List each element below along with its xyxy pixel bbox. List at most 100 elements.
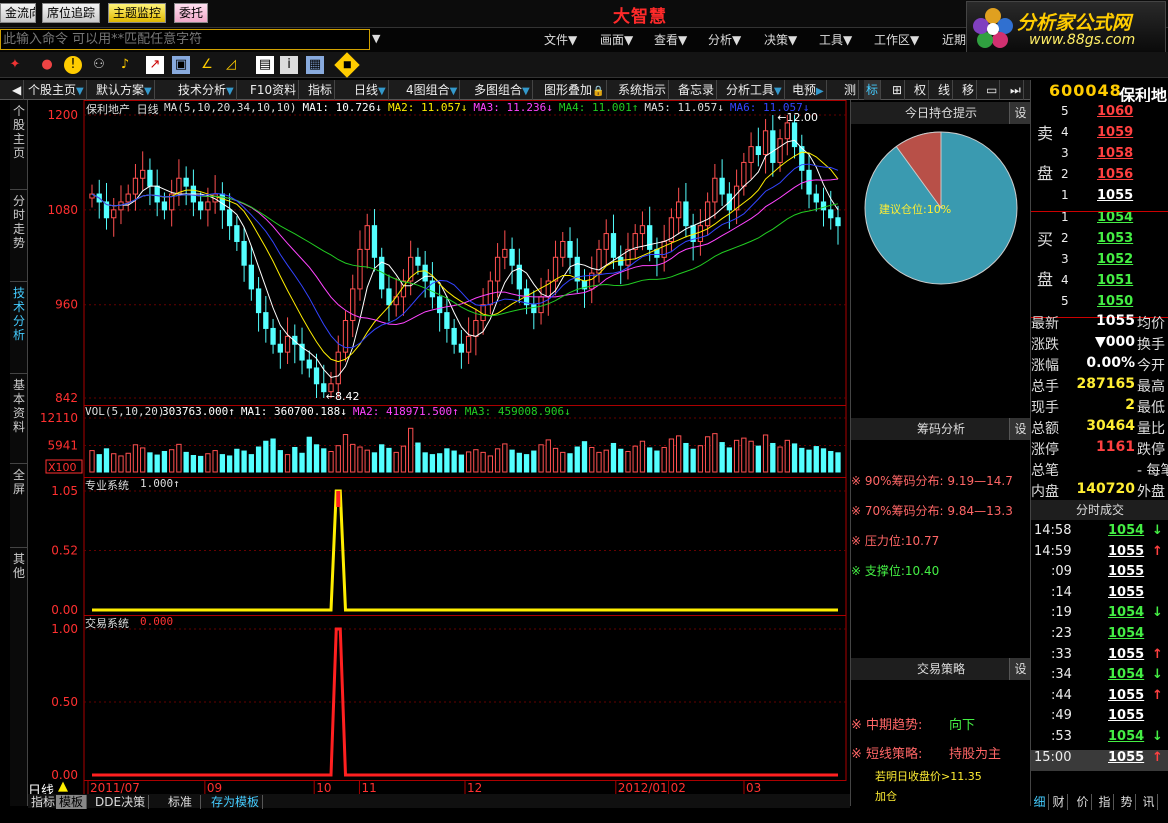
next-page-icon[interactable]: ⏭ (1008, 80, 1024, 100)
vol-bar (813, 446, 819, 473)
tab-alert[interactable]: 电预▶ (790, 80, 827, 100)
kline-candle (494, 256, 501, 282)
sell-row[interactable]: 4 1059 (1031, 125, 1168, 146)
left-arrow-icon[interactable]: ◀ (10, 80, 25, 100)
tab-indicator[interactable]: 指标 (306, 80, 336, 100)
btab-indicator[interactable]: 指标 (28, 795, 60, 809)
tab-memo[interactable]: 备忘录 (676, 80, 718, 100)
menu-decision[interactable]: 决策▼ (764, 31, 797, 48)
tab-analysis-tools[interactable]: 分析工具▼ (724, 80, 785, 100)
tab-tech-analysis[interactable]: 技术分析▼ (176, 80, 237, 100)
seat-tracking-button[interactable]: 席位追踪 (42, 3, 101, 23)
menu-screen[interactable]: 画面▼ (600, 31, 633, 48)
tab-line[interactable]: 线 (936, 80, 954, 100)
btab-save-template[interactable]: 存为模板 (208, 795, 264, 809)
buy-row[interactable]: 3 1052 (1031, 252, 1168, 273)
btab-dde[interactable]: DDE决策 (92, 795, 150, 809)
x-tick-label: 02 (671, 781, 686, 794)
vtab-tech-analysis[interactable]: 技术分析 (10, 282, 28, 374)
sell-row[interactable]: 5 1060 (1031, 104, 1168, 125)
menu-workspace[interactable]: 工作区▼ (874, 31, 919, 48)
fund-flow-button[interactable]: 金流向 (0, 3, 36, 23)
sell-level: 2 (1061, 167, 1069, 181)
vtab-other[interactable]: 其他 (10, 548, 28, 806)
vol-bar (697, 445, 704, 473)
btab-standard[interactable]: 标准 (160, 795, 202, 809)
vol-bar (248, 454, 254, 473)
kline-candle (154, 185, 160, 203)
buy-level: 2 (1061, 231, 1069, 245)
tab-multi-charts[interactable]: 多图组合▼ (472, 80, 533, 100)
warning-icon[interactable]: ! (64, 56, 82, 74)
sell-row[interactable]: 3 1058 (1031, 146, 1168, 167)
binoculars-icon[interactable]: ⚇ (90, 56, 108, 74)
menu-view[interactable]: 查看▼ (654, 31, 687, 48)
command-input[interactable]: 此输入命令 可以用**匹配任意字符 (0, 29, 370, 50)
window-icon[interactable]: ▭ (984, 80, 1001, 100)
tab-mark[interactable]: 标 (864, 80, 882, 100)
kline-candle (762, 130, 769, 156)
trend-value: 向下 (949, 718, 976, 733)
chip-settings-button[interactable]: 设 (1009, 418, 1031, 440)
menu-file[interactable]: 文件▼ (544, 31, 577, 48)
rtab-detail[interactable]: 细 (1031, 794, 1049, 810)
tab-overlay[interactable]: 图形叠加🔒 (542, 80, 608, 100)
strategy-settings-button[interactable]: 设 (1009, 658, 1031, 680)
pro-system-title: 专业系统 (85, 479, 129, 492)
chart-icon[interactable]: ▦ (306, 56, 324, 74)
period-up-icon[interactable]: ▲ (58, 779, 68, 794)
rtab-index[interactable]: 指 (1096, 794, 1114, 810)
buy-price: 1054 (1097, 210, 1134, 225)
tab-rights[interactable]: 权 (912, 80, 930, 100)
menu-recent[interactable]: 近期 (942, 31, 966, 48)
btab-template[interactable]: 模板 (56, 795, 88, 809)
line-chart-icon[interactable]: ↗ (146, 56, 164, 74)
tab-system-indicator[interactable]: 系统指示 (616, 80, 670, 100)
buy-row[interactable]: 4 1051 (1031, 273, 1168, 294)
tab-4-charts[interactable]: 4图组合▼ (404, 80, 461, 100)
rtab-finance[interactable]: 财 (1050, 794, 1068, 810)
vtab-stock-home[interactable]: 个股主页 (10, 100, 28, 190)
rtab-news[interactable]: 讯 (1140, 794, 1158, 810)
draw-line-icon[interactable]: ∠ (198, 56, 216, 74)
rtab-trend[interactable]: 势 (1118, 794, 1136, 810)
hold-settings-button[interactable]: 设 (1009, 102, 1031, 124)
sell-row[interactable]: 2 1056 (1031, 167, 1168, 188)
info-icon[interactable]: i (280, 56, 298, 74)
rtab-price[interactable]: 价 (1074, 794, 1092, 810)
bell-icon[interactable]: ♪ (116, 56, 134, 74)
kline-candle (777, 138, 783, 163)
crosshair-icon[interactable]: ⊞ (890, 80, 906, 100)
theme-monitor-button[interactable]: 主题监控 (108, 3, 167, 23)
menu-tools[interactable]: 工具▼ (819, 31, 852, 48)
tab-test[interactable]: 测 (842, 80, 860, 100)
vol-bar (704, 436, 711, 473)
chip-panel-title: 筹码分析 (916, 422, 965, 436)
color-dots-icon[interactable]: ● (38, 56, 56, 74)
vtab-basic-info[interactable]: 基本资料 (10, 374, 28, 464)
tab-f10[interactable]: F10资料 (248, 80, 300, 100)
entrust-button[interactable]: 委托 (174, 3, 209, 23)
tab-daily[interactable]: 日线▼ (352, 80, 389, 100)
buy-price: 1051 (1097, 273, 1134, 288)
ruler-icon[interactable]: ◿ (222, 56, 240, 74)
vol-bar (690, 448, 696, 473)
chart-area[interactable]: 1200 1080 960 842 ←12.00 ←8.42 12110 5941 X100 1.… (28, 100, 850, 799)
command-dropdown-icon[interactable]: ▼ (372, 32, 380, 45)
stock-header: 600048 保利地 (1030, 80, 1168, 105)
vol-bar (212, 450, 218, 473)
buy-row[interactable]: 1 1054 (1031, 210, 1168, 231)
image-icon[interactable]: ▣ (172, 56, 190, 74)
tab-default-scheme[interactable]: 默认方案▼ (94, 80, 155, 100)
tab-stock-home[interactable]: 个股主页▼ (26, 80, 87, 100)
table-icon[interactable]: ▤ (256, 56, 274, 74)
person-icon[interactable]: ✦ (6, 56, 24, 74)
sell-row[interactable]: 1 1055 (1031, 188, 1168, 209)
vtab-fullscreen[interactable]: 全屏 (10, 464, 28, 548)
menu-analysis[interactable]: 分析▼ (708, 31, 741, 48)
buy-row[interactable]: 5 1050 (1031, 294, 1168, 315)
buy-row[interactable]: 2 1053 (1031, 231, 1168, 252)
tab-move[interactable]: 移 (960, 80, 978, 100)
logo-url: www.88gs.com (1029, 32, 1136, 48)
vtab-intraday[interactable]: 分时走势 (10, 190, 28, 282)
